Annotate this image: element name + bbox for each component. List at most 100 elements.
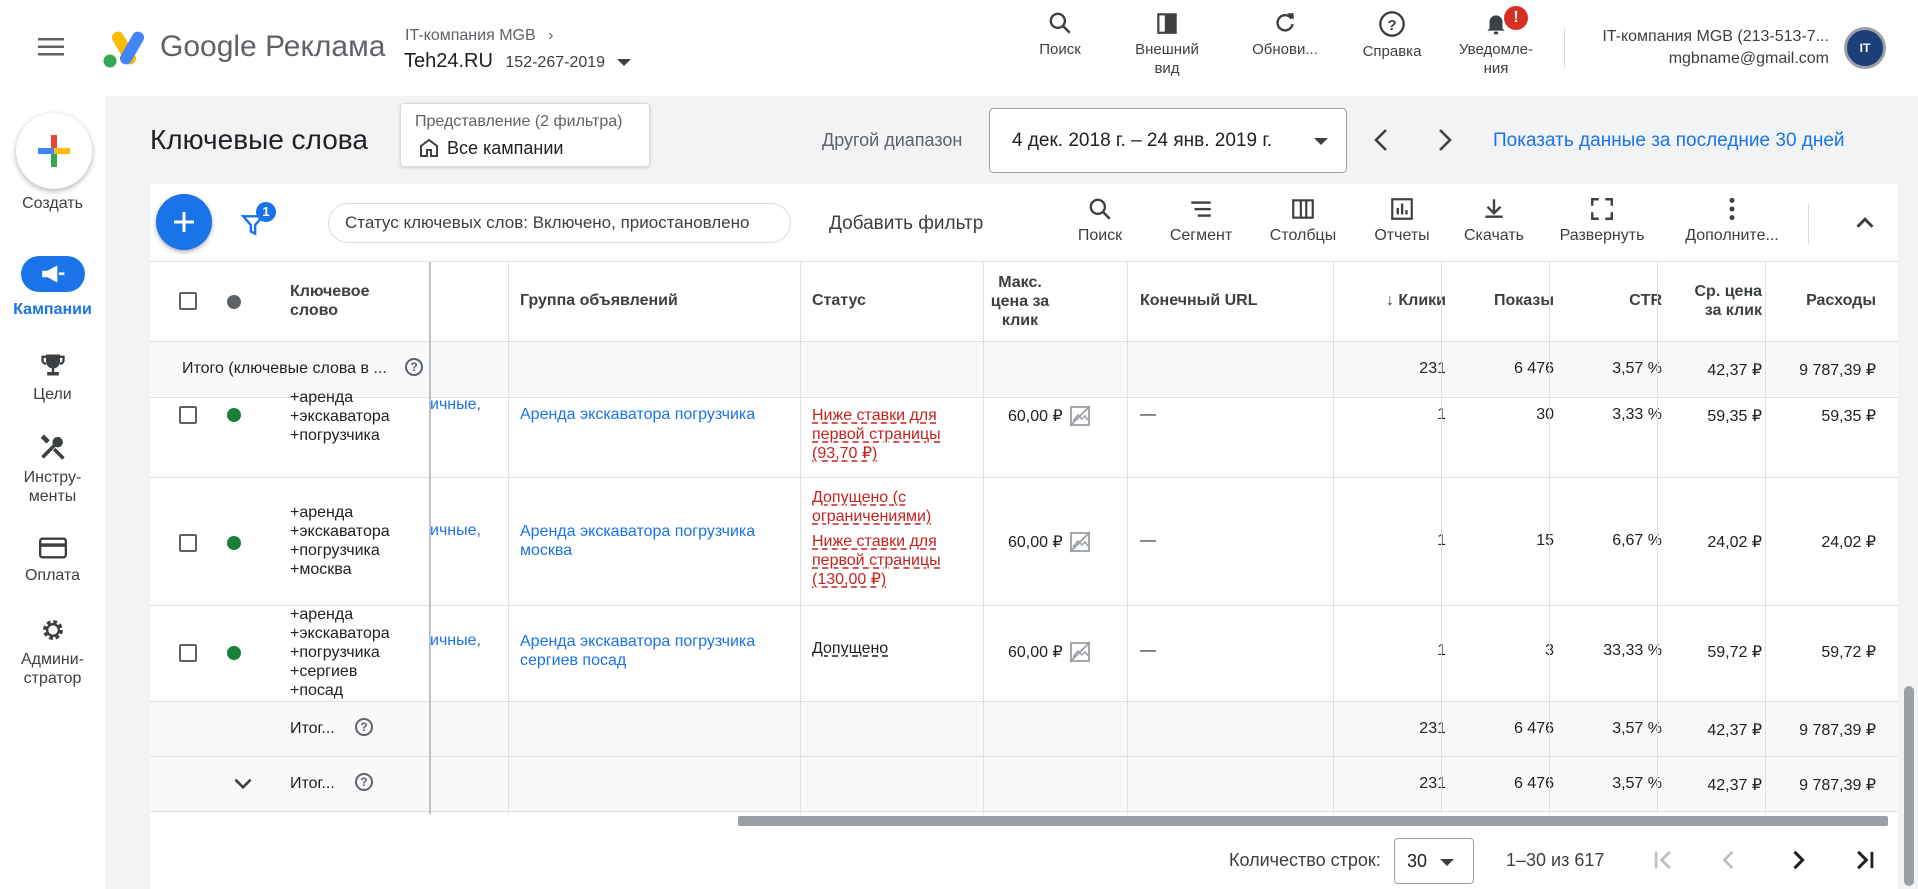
total-clicks: 231 (1419, 360, 1446, 377)
table-header-row: Ключевое слово Группа объявлений Статус … (150, 262, 1898, 342)
table-row: +аренда +экскаватора +погрузчика +москва… (150, 478, 1898, 606)
header-search-label: Поиск (1039, 41, 1081, 58)
rows-per-page-select[interactable]: 30 (1394, 838, 1474, 884)
row-checkbox[interactable] (179, 534, 197, 552)
total-impressions: 6 476 (1513, 775, 1554, 792)
table-horizontal-scrollbar[interactable] (150, 814, 1898, 828)
last-page-button[interactable] (1850, 846, 1878, 874)
col-header-ad-group[interactable]: Группа объявлений (520, 292, 678, 310)
campaign-link[interactable]: ичные, (430, 522, 481, 540)
view-selector-label: Представление (2 фильтра) (415, 113, 623, 130)
status-text[interactable]: Допущено (с ограничениями) (812, 488, 952, 526)
breadcrumb-parent[interactable]: IT-компания MGB › (405, 27, 553, 45)
sidebar-item-tools[interactable]: Инстру-менты (0, 434, 105, 506)
row-checkbox[interactable] (179, 406, 197, 424)
chevron-right-icon: › (548, 27, 554, 44)
toolbar-download-label: Скачать (1464, 227, 1524, 244)
toolbar-search-button[interactable]: Поиск (1062, 196, 1138, 245)
sidebar-item-goals-label: Цели (33, 386, 72, 403)
col-header-avg-cpc[interactable]: Ср. цена за клик (1682, 282, 1762, 320)
col-header-impressions[interactable]: Показы (1456, 292, 1554, 310)
keyword-text[interactable]: +аренда +экскаватора +погрузчика +сергие… (290, 605, 390, 700)
col-header-keyword[interactable]: Ключевое слово (290, 282, 400, 320)
pagination-range: 1–30 из 617 (1506, 850, 1605, 870)
total-cost: 9 787,39 ₽ (1799, 777, 1876, 794)
prev-period-button[interactable] (1370, 124, 1394, 156)
help-circle-icon[interactable]: ? (355, 773, 373, 791)
max-cpc-value[interactable]: 60,00 ₽ (1008, 642, 1063, 662)
add-keyword-button[interactable] (156, 194, 212, 250)
trophy-icon (40, 354, 65, 376)
ad-group-link[interactable]: Аренда экскаватора погрузчика (520, 406, 780, 424)
col-header-clicks[interactable]: ↓ Клики (1348, 292, 1446, 310)
help-circle-icon[interactable]: ? (405, 358, 423, 376)
toolbar-columns-button[interactable]: Столбцы (1258, 196, 1348, 245)
view-selector[interactable]: Представление (2 фильтра) Все кампании (400, 103, 650, 167)
brand-name: Google Реклама (160, 30, 386, 63)
header-notifications-button[interactable]: Уведомле-ния ! (1448, 6, 1544, 78)
toolbar-segment-button[interactable]: Сегмент (1156, 196, 1246, 245)
page-scrollbar-track[interactable] (1902, 96, 1916, 889)
sidebar-item-campaigns[interactable]: Кампании (0, 256, 105, 319)
total-row: Итог... ? 231 6 476 3,57 % 42,37 ₽ 9 787… (150, 757, 1898, 812)
add-filter-button[interactable]: Добавить фильтр (829, 213, 983, 235)
header-refresh-button[interactable]: Обнови... (1243, 10, 1327, 59)
column-divider (1127, 262, 1128, 814)
header-search-button[interactable]: Поиск (1020, 10, 1100, 59)
last-30-days-link[interactable]: Показать данные за последние 30 дней (1493, 130, 1845, 152)
date-range-picker[interactable]: 4 дек. 2018 г. – 24 янв. 2019 г. (989, 108, 1347, 173)
col-header-cost[interactable]: Расходы (1770, 292, 1876, 310)
help-circle-icon[interactable]: ? (355, 718, 373, 736)
campaign-link[interactable]: ичные, (430, 632, 481, 650)
view-selector-value: Все кампании (447, 138, 564, 158)
next-page-button[interactable] (1784, 846, 1812, 874)
filter-button[interactable]: 1 (238, 202, 276, 240)
create-button[interactable] (16, 113, 92, 189)
filter-chip[interactable]: Статус ключевых слов: Включено, приостан… (328, 203, 791, 243)
sidebar-item-billing[interactable]: Оплата (0, 536, 105, 585)
toolbar-more-button[interactable]: Дополните... (1680, 196, 1784, 245)
col-header-final-url[interactable]: Конечный URL (1140, 292, 1257, 310)
status-text[interactable]: Ниже ставки для первой страницы (130,00 … (812, 532, 952, 589)
total-cost: 9 787,39 ₽ (1799, 362, 1876, 379)
expand-totals-button[interactable] (230, 771, 256, 797)
toolbar-reports-button[interactable]: Отчеты (1360, 196, 1444, 245)
toolbar-divider (1808, 204, 1809, 244)
avatar[interactable]: IT (1844, 27, 1886, 69)
menu-icon[interactable] (38, 36, 66, 58)
prev-page-button (1715, 846, 1743, 874)
collapse-toolbar-button[interactable] (1850, 208, 1880, 238)
col-header-status[interactable]: Статус (812, 292, 866, 310)
row-checkbox[interactable] (179, 644, 197, 662)
toolbar-download-button[interactable]: Скачать (1452, 196, 1536, 245)
max-cpc-value[interactable]: 60,00 ₽ (1008, 406, 1063, 426)
total-clicks: 231 (1419, 775, 1446, 792)
ad-group-link[interactable]: Аренда экскаватора погрузчика москва (520, 522, 780, 560)
clicks-value: 1 (1348, 642, 1446, 660)
keyword-text[interactable]: +аренда +экскаватора +погрузчика +москва (290, 503, 390, 579)
col-header-max-cpc[interactable]: Макс. цена за клик (980, 273, 1060, 330)
ad-group-link[interactable]: Аренда экскаватора погрузчика сергиев по… (520, 632, 780, 670)
status-text[interactable]: Ниже ставки для первой страницы (93,70 ₽… (812, 406, 952, 463)
account-switcher[interactable]: Teh24.RU 152-267-2019 (404, 50, 632, 73)
status-text[interactable]: Допущено (812, 640, 888, 658)
header-appearance-button[interactable]: Внешний вид (1122, 10, 1212, 78)
col-header-ctr[interactable]: CTR (1564, 292, 1662, 310)
refresh-icon (1276, 13, 1294, 32)
campaign-link[interactable]: ичные, (430, 396, 481, 414)
keyword-text[interactable]: +аренда +экскаватора +погрузчика (290, 388, 390, 445)
header-help-button[interactable]: ? Справка (1350, 10, 1434, 61)
ctr-value: 33,33 % (1603, 642, 1662, 659)
clicks-value: 1 (1348, 406, 1446, 424)
next-period-button[interactable] (1432, 124, 1456, 156)
horizontal-scrollbar-thumb[interactable] (738, 816, 1888, 826)
final-url-value: — (1140, 642, 1156, 659)
select-all-checkbox[interactable] (179, 292, 197, 310)
total-ctr: 3,57 % (1612, 720, 1662, 737)
toolbar-expand-button[interactable]: Развернуть (1550, 196, 1654, 245)
sidebar-item-goals[interactable]: Цели (0, 351, 105, 404)
max-cpc-value[interactable]: 60,00 ₽ (1008, 532, 1063, 552)
columns-icon (1292, 199, 1314, 219)
sidebar-item-admin[interactable]: Админи-стратор (0, 616, 105, 688)
page-scrollbar-thumb[interactable] (1904, 686, 1914, 886)
